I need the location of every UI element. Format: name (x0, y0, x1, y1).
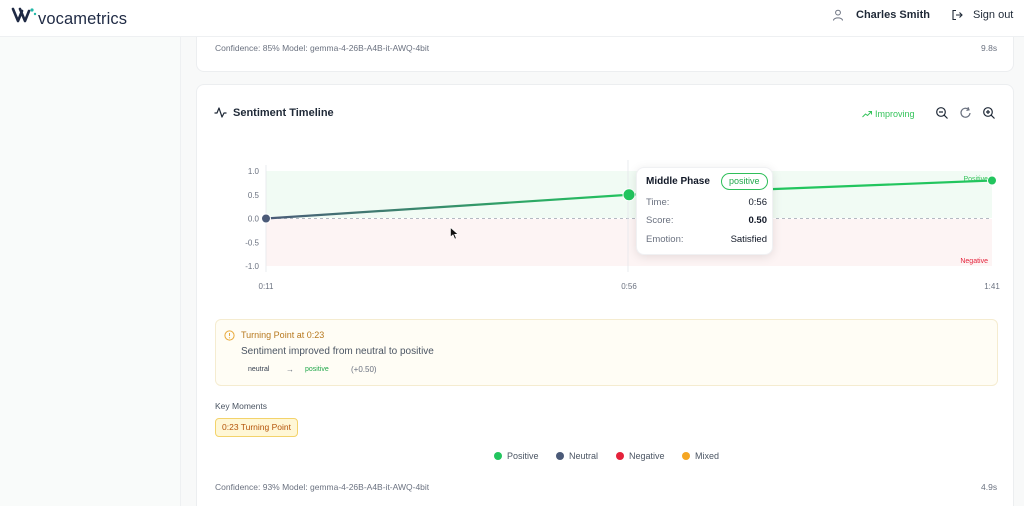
data-point[interactable] (261, 213, 271, 224)
turning-point-title: Turning Point at 0:23 (241, 330, 325, 340)
legend-label: Positive (507, 451, 539, 461)
analysis-time: 4.9s (981, 482, 998, 492)
mouse-cursor-icon (450, 227, 459, 240)
turning-point-to: positive (305, 366, 329, 373)
x-tick-label: 0:56 (621, 282, 637, 291)
tooltip-row-time: Time: 0:56 (646, 197, 767, 208)
y-tick-label: 1.0 (248, 167, 260, 176)
legend-dot (616, 452, 624, 460)
turning-point-description: Sentiment improved from neutral to posit… (241, 346, 434, 357)
y-tick-label: 0.5 (248, 191, 260, 200)
legend-label: Neutral (569, 451, 599, 461)
key-moments-label: Key Moments (215, 401, 267, 411)
data-point[interactable] (987, 175, 997, 186)
tooltip-key: Time: (646, 197, 670, 208)
arrow-right-icon: → (286, 365, 294, 374)
legend-negative: Negative (616, 451, 665, 461)
legend-dot (494, 452, 502, 460)
legend-label: Negative (629, 451, 665, 461)
key-moment-chip[interactable]: 0:23 Turning Point (215, 418, 298, 437)
tooltip-row-emotion: Emotion: Satisfied (646, 234, 767, 245)
tooltip-title: Middle Phase (646, 176, 710, 187)
legend-neutral: Neutral (556, 451, 598, 461)
x-tick-label: 1:41 (984, 282, 1000, 291)
analysis-meta: Confidence: 93% Model: gemma-4-26B-A4B-i… (215, 482, 430, 492)
y-tick-label: 0.0 (248, 215, 260, 224)
alert-circle-icon (224, 330, 235, 341)
legend-positive: Positive (494, 451, 539, 461)
data-point[interactable] (622, 188, 636, 202)
tooltip-value: 0:56 (748, 197, 768, 208)
tooltip-sentiment-badge: positive (721, 173, 768, 190)
tooltip-key: Emotion: (646, 234, 684, 245)
tooltip-value: Satisfied (730, 234, 767, 245)
legend-mixed: Mixed (682, 451, 719, 461)
tooltip-key: Score: (646, 215, 674, 226)
chart-tooltip: Middle Phase positive Time: 0:56 Score: … (636, 167, 773, 255)
sentiment-chart[interactable]: Positive Negative 1.0 0.5 0.0 -0.5 -1.0 0:11… (0, 0, 1024, 506)
zone-label-negative: Negative (960, 258, 988, 265)
legend-dot (682, 452, 690, 460)
tooltip-value: 0.50 (748, 215, 768, 226)
legend-label: Mixed (695, 451, 720, 461)
tooltip-row-score: Score: 0.50 (646, 215, 767, 226)
y-tick-label: -1.0 (245, 262, 259, 271)
negative-zone (266, 219, 992, 266)
x-tick-label: 0:11 (259, 282, 275, 291)
y-tick-label: -0.5 (245, 238, 259, 247)
turning-point-delta: (+0.50) (351, 365, 377, 374)
turning-point-from: neutral (248, 366, 270, 373)
legend-dot (556, 452, 564, 460)
